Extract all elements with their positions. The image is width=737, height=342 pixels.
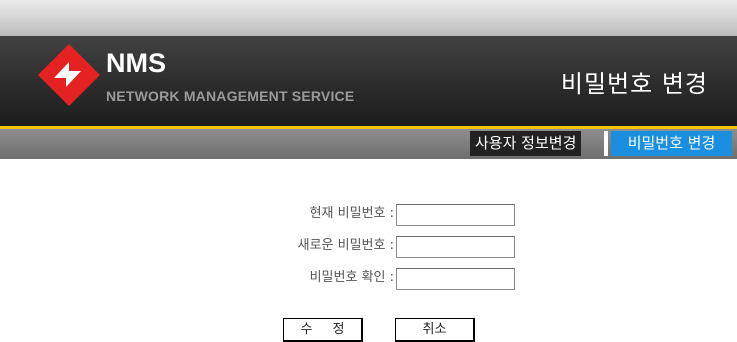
cancel-button[interactable]: 취소 (395, 318, 475, 342)
top-gradient-bar (0, 0, 737, 36)
confirm-password-label: 비밀번호 확인 : (309, 270, 394, 285)
tab-change-password[interactable]: 비밀번호 변경 (611, 131, 732, 156)
new-password-label: 새로운 비밀번호 : (297, 238, 394, 253)
submit-button[interactable]: 수 정 (283, 318, 363, 342)
logo-title: NMS (106, 48, 166, 78)
tab-user-info[interactable]: 사용자 정보변경 (470, 131, 582, 156)
sub-navigation: 사용자 정보변경 비밀번호 변경 (0, 129, 737, 159)
logo-subtitle: NETWORK MANAGEMENT SERVICE (106, 88, 355, 104)
header-banner: NMS NETWORK MANAGEMENT SERVICE 비밀번호 변경 (0, 36, 737, 126)
current-password-label: 현재 비밀번호 : (309, 206, 394, 221)
nms-diamond-logo-icon (38, 44, 100, 106)
confirm-password-input[interactable] (396, 268, 515, 290)
new-password-input[interactable] (396, 236, 515, 258)
page-title: 비밀번호 변경 (560, 70, 708, 98)
nav-divider (604, 131, 608, 156)
current-password-input[interactable] (396, 204, 515, 226)
